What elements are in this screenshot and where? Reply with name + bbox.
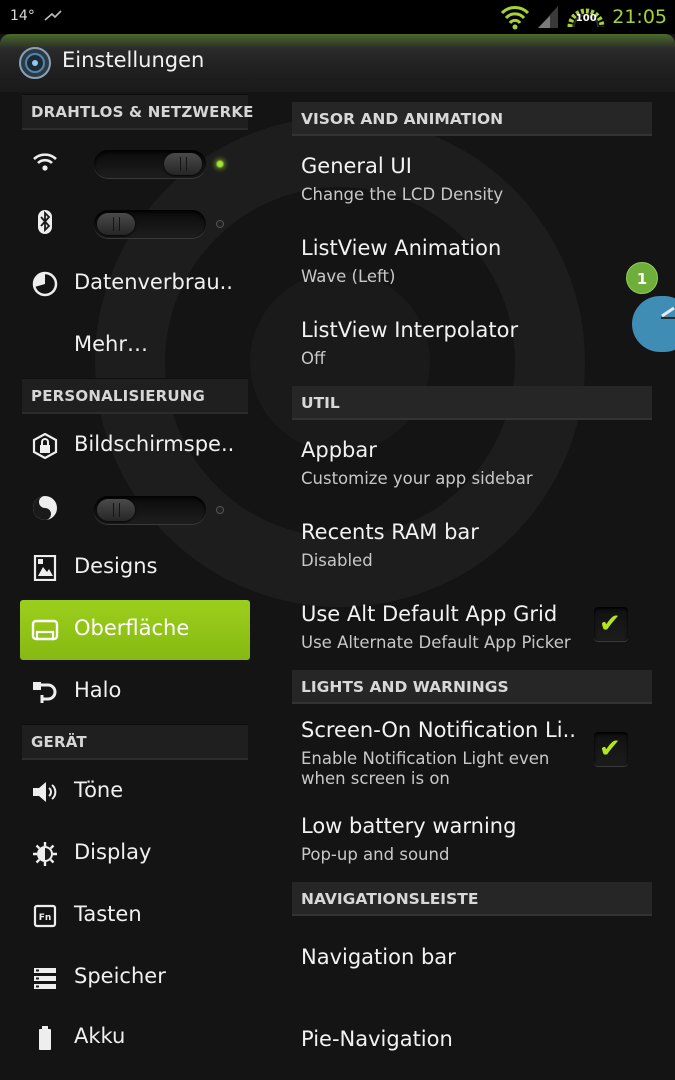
- sidebar-item-label: Designs: [74, 554, 158, 578]
- screen-on-notification-checkbox[interactable]: ✔: [594, 732, 628, 766]
- section-header-wireless: DRAHTLOS & NETZWERKE: [22, 94, 253, 130]
- sidebar-item-lock-screen[interactable]: Bildschirmspe..: [20, 416, 250, 476]
- wifi-icon: [33, 153, 57, 171]
- svg-text:Fn: Fn: [39, 913, 52, 923]
- wifi-toggle[interactable]: [94, 150, 206, 178]
- pref-title: Recents RAM bar: [301, 520, 479, 544]
- yin-yang-icon: [33, 496, 57, 520]
- pref-summary: Wave (Left): [301, 267, 396, 286]
- halo-app-icon: [661, 306, 675, 319]
- sidebar-item-wifi[interactable]: [20, 132, 250, 192]
- pref-summary: Off: [301, 349, 326, 368]
- section-header-device: GERÄT: [22, 724, 248, 760]
- section-header-personalization: PERSONALISIERUNG: [22, 378, 248, 414]
- settings-sidebar: DRAHTLOS & NETZWERKE Datenverbrau.. Mehr…: [0, 92, 270, 1080]
- action-bar: Einstellungen: [0, 34, 675, 92]
- sidebar-item-storage[interactable]: Speicher: [20, 948, 250, 1008]
- pref-general-ui[interactable]: General UI Change the LCD Density: [292, 154, 652, 214]
- pref-alt-app-grid[interactable]: Use Alt Default App Grid Use Alternate D…: [292, 602, 652, 662]
- battery-icon: [39, 1026, 51, 1050]
- pref-recents-ram-bar[interactable]: Recents RAM bar Disabled: [292, 520, 652, 580]
- settings-app-icon[interactable]: [18, 46, 52, 80]
- themes-icon: [33, 555, 57, 581]
- pref-low-battery-warning[interactable]: Low battery warning Pop-up and sound: [292, 814, 652, 874]
- sidebar-item-sound[interactable]: Töne: [20, 762, 250, 822]
- pref-summary: Customize your app sidebar: [301, 469, 533, 488]
- halo-icon: [33, 682, 57, 703]
- notification-icon: [44, 10, 62, 21]
- sidebar-item-data-usage[interactable]: Datenverbrau..: [20, 254, 250, 314]
- sidebar-item-label: Datenverbrau..: [74, 270, 233, 294]
- pref-title: Use Alt Default App Grid: [301, 602, 558, 626]
- pref-summary: Pop-up and sound: [301, 845, 450, 864]
- sidebar-item-bluetooth[interactable]: [20, 192, 250, 252]
- page-title: Einstellungen: [62, 48, 205, 72]
- interface-icon: [31, 619, 59, 641]
- sidebar-item-halo[interactable]: Halo: [20, 662, 250, 722]
- sidebar-item-label: Speicher: [74, 964, 166, 988]
- sidebar-item-keys[interactable]: Fn Tasten: [20, 886, 250, 946]
- section-header-util: UTIL: [292, 386, 652, 420]
- storage-icon: [34, 968, 56, 989]
- pref-title: Appbar: [301, 438, 377, 462]
- sound-icon: [33, 782, 57, 802]
- status-bar: 14° 100 21:05: [0, 0, 675, 34]
- yin-yang-toggle[interactable]: [94, 496, 206, 524]
- sidebar-item-label: Tasten: [74, 902, 142, 926]
- section-header-visor-animation: VISOR AND ANIMATION: [292, 102, 652, 136]
- halo-notification-badge: 1: [626, 262, 658, 294]
- pref-listview-interpolator[interactable]: ListView Interpolator Off: [292, 318, 652, 378]
- section-header-navigation-bar: NAVIGATIONSLEISTE: [292, 882, 652, 916]
- sidebar-item-yin-yang[interactable]: [20, 478, 250, 538]
- sidebar-item-label: Mehr…: [74, 332, 148, 356]
- pref-summary: Disabled: [301, 551, 373, 570]
- temperature-readout: 14°: [10, 8, 35, 24]
- pref-listview-animation[interactable]: ListView Animation Wave (Left): [292, 236, 652, 296]
- display-icon: [33, 842, 57, 866]
- sidebar-item-label: Bildschirmspe..: [74, 432, 235, 456]
- pref-title: Low battery warning: [301, 814, 517, 838]
- bluetooth-status-led: [216, 220, 224, 228]
- pref-summary: Change the LCD Density: [301, 185, 504, 204]
- pref-title: Pie-Navigation: [301, 1027, 453, 1051]
- pref-navigation-bar[interactable]: Navigation bar: [292, 945, 652, 995]
- pref-title: Screen-On Notification Li..: [301, 718, 576, 742]
- sidebar-item-label: Display: [74, 840, 152, 864]
- battery-level: 100: [575, 13, 597, 24]
- yin-yang-status-led: [216, 506, 224, 514]
- pref-title: Navigation bar: [301, 945, 456, 969]
- sidebar-item-label: Halo: [74, 678, 122, 702]
- settings-content: VISOR AND ANIMATION General UI Change th…: [292, 92, 652, 1080]
- clock: 21:05: [612, 6, 667, 28]
- sidebar-item-label: Töne: [74, 778, 124, 802]
- pref-title: General UI: [301, 154, 412, 178]
- bluetooth-toggle[interactable]: [94, 210, 206, 238]
- pref-screen-on-notification-light[interactable]: Screen-On Notification Li.. Enable Notif…: [292, 718, 652, 790]
- sidebar-item-designs[interactable]: Designs: [20, 538, 250, 598]
- wifi-signal-icon: [501, 6, 530, 30]
- sidebar-item-label: Oberfläche: [74, 616, 190, 640]
- checkmark-icon: ✔: [599, 734, 621, 764]
- sidebar-item-display[interactable]: Display: [20, 824, 250, 884]
- alt-app-grid-checkbox[interactable]: ✔: [594, 607, 628, 641]
- wifi-status-led: [216, 160, 224, 168]
- pref-title: ListView Interpolator: [301, 318, 519, 342]
- keys-icon: Fn: [33, 904, 57, 928]
- battery-gauge-icon: 100: [566, 3, 606, 31]
- sidebar-item-interface[interactable]: Oberfläche: [20, 600, 250, 660]
- data-usage-icon: [32, 271, 58, 297]
- bluetooth-icon: [38, 210, 52, 234]
- checkmark-icon: ✔: [599, 609, 621, 639]
- section-header-lights-warnings: LIGHTS AND WARNINGS: [292, 670, 652, 704]
- sidebar-item-label: Akku: [74, 1024, 126, 1048]
- pref-appbar[interactable]: Appbar Customize your app sidebar: [292, 438, 652, 498]
- pref-summary: Enable Notification Light even when scre…: [301, 749, 550, 788]
- lock-screen-icon: [32, 433, 58, 459]
- pref-summary: Use Alternate Default App Picker: [301, 633, 571, 652]
- cell-signal-icon: [538, 6, 559, 28]
- sidebar-item-battery[interactable]: Akku: [20, 1008, 250, 1068]
- pref-pie-navigation[interactable]: Pie-Navigation: [292, 1027, 652, 1077]
- pref-title: ListView Animation: [301, 236, 502, 260]
- sidebar-item-more[interactable]: Mehr…: [20, 316, 250, 376]
